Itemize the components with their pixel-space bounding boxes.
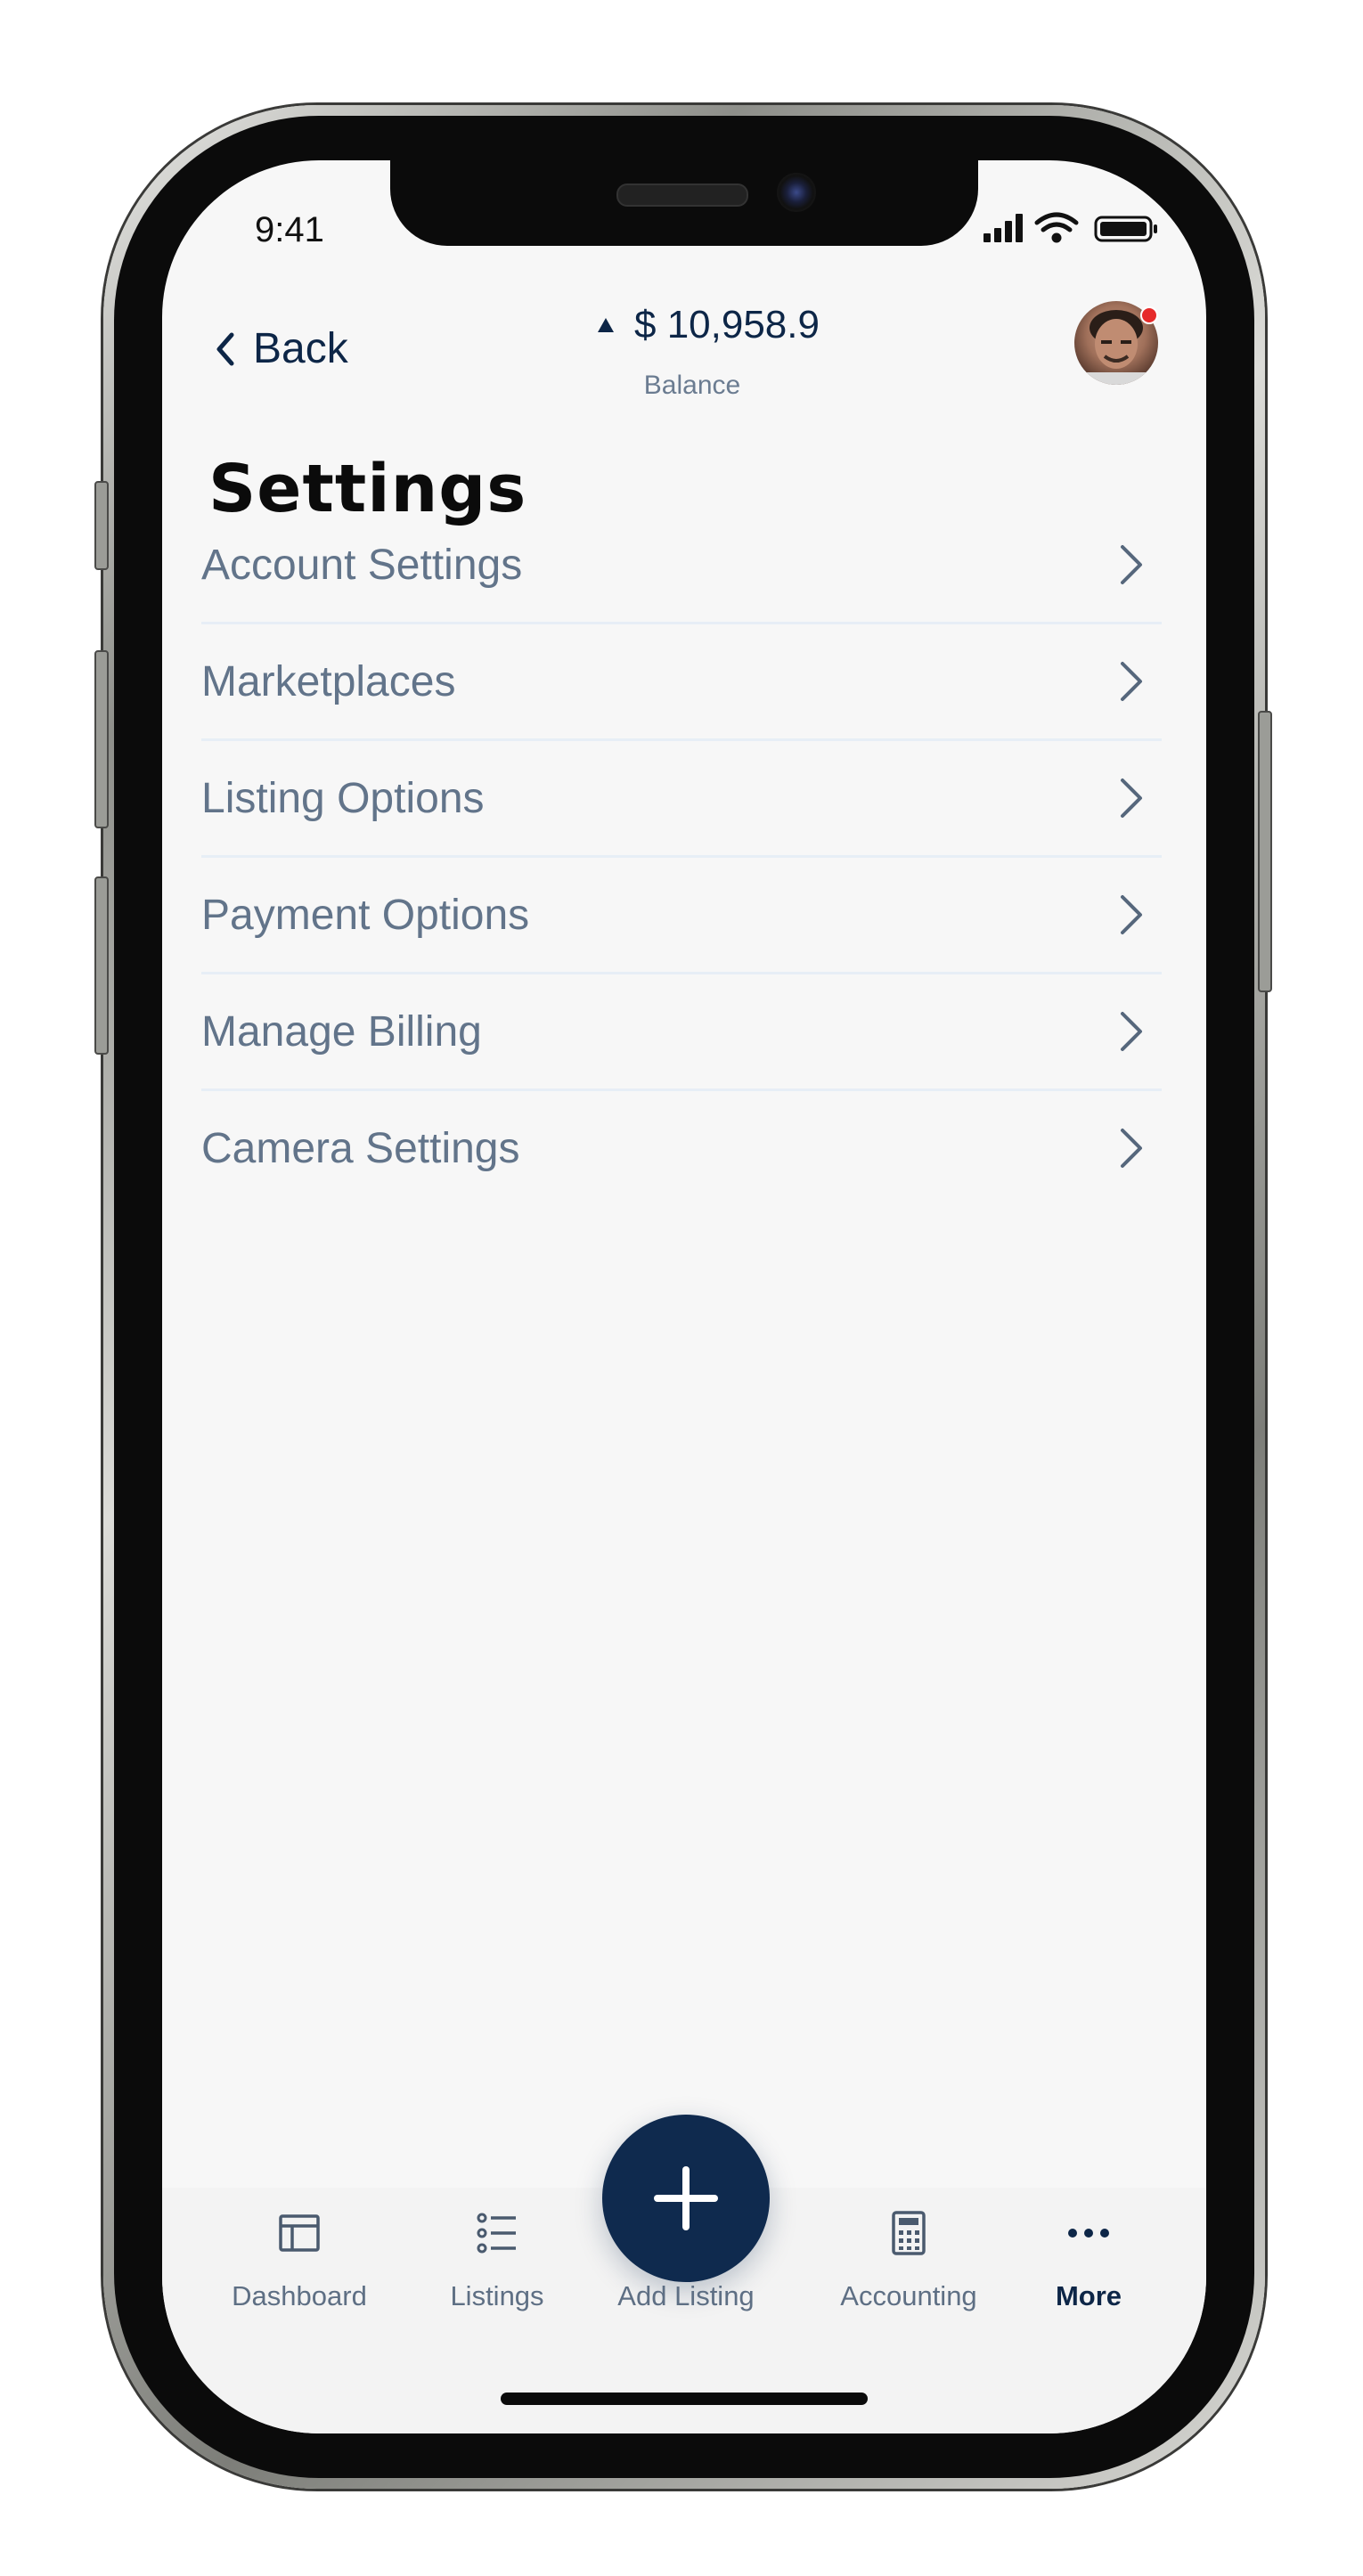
battery-icon	[1094, 216, 1157, 242]
chevron-right-icon	[1121, 545, 1142, 584]
settings-item-label: Camera Settings	[201, 1124, 520, 1172]
mute-switch	[94, 481, 109, 570]
speaker-grille	[616, 183, 748, 207]
volume-up-button	[94, 650, 109, 828]
calculator-icon	[892, 2211, 926, 2255]
nav-item-more[interactable]: More	[991, 2209, 1187, 2343]
settings-item-account-settings[interactable]: Account Settings	[201, 508, 1162, 624]
chevron-right-icon	[1121, 1012, 1142, 1051]
signal-icon	[983, 214, 1023, 242]
nav-item-add-listing[interactable]: Add Listing	[588, 2209, 784, 2343]
dashboard-icon	[279, 2214, 320, 2252]
settings-item-label: Listing Options	[201, 774, 485, 822]
balance-value: $ 10,958.9	[634, 303, 820, 346]
back-button[interactable]: Back	[214, 324, 348, 373]
balance-label: Balance	[643, 371, 741, 400]
more-dots-icon	[1068, 2229, 1109, 2238]
list-icon	[477, 2213, 516, 2254]
chevron-right-icon	[1121, 662, 1142, 701]
chevron-right-icon	[1121, 779, 1142, 818]
settings-item-payment-options[interactable]: Payment Options	[201, 858, 1162, 974]
chevron-left-icon	[216, 332, 234, 365]
app-screen: 9:41 Back $ 10,958.9 Balance Settings Ac…	[162, 160, 1206, 2433]
nav-spacer	[662, 2209, 710, 2257]
nav-label: Listings	[450, 2280, 544, 2311]
wifi-icon	[1034, 212, 1079, 243]
chevron-right-icon	[1121, 1129, 1142, 1168]
settings-item-label: Manage Billing	[201, 1007, 482, 1056]
settings-item-listing-options[interactable]: Listing Options	[201, 741, 1162, 858]
home-indicator[interactable]	[501, 2393, 868, 2405]
power-button	[1258, 711, 1272, 992]
nav-item-listings[interactable]: Listings	[399, 2209, 595, 2343]
nav-label: Add Listing	[617, 2280, 755, 2311]
nav-label: Dashboard	[232, 2280, 367, 2311]
status-icons	[983, 212, 1157, 243]
settings-item-label: Marketplaces	[201, 657, 456, 705]
balance-amount: $ 10,958.9	[597, 303, 820, 347]
settings-list: Account Settings Marketplaces Listing Op…	[201, 508, 1162, 1205]
notch	[390, 160, 978, 246]
settings-item-manage-billing[interactable]: Manage Billing	[201, 974, 1162, 1091]
nav-label: Accounting	[840, 2280, 977, 2311]
nav-label: More	[1055, 2280, 1122, 2311]
settings-item-label: Payment Options	[201, 891, 530, 939]
back-label: Back	[253, 325, 348, 372]
volume-down-button	[94, 876, 109, 1055]
chevron-right-icon	[1121, 895, 1142, 934]
settings-item-camera-settings[interactable]: Camera Settings	[201, 1091, 1162, 1205]
triangle-up-icon	[598, 318, 614, 332]
settings-item-marketplaces[interactable]: Marketplaces	[201, 624, 1162, 741]
settings-item-label: Account Settings	[201, 541, 523, 589]
front-camera	[777, 173, 816, 212]
notification-dot	[1140, 306, 1158, 324]
status-time: 9:41	[255, 210, 324, 249]
nav-item-dashboard[interactable]: Dashboard	[201, 2209, 397, 2343]
nav-item-accounting[interactable]: Accounting	[811, 2209, 1007, 2343]
